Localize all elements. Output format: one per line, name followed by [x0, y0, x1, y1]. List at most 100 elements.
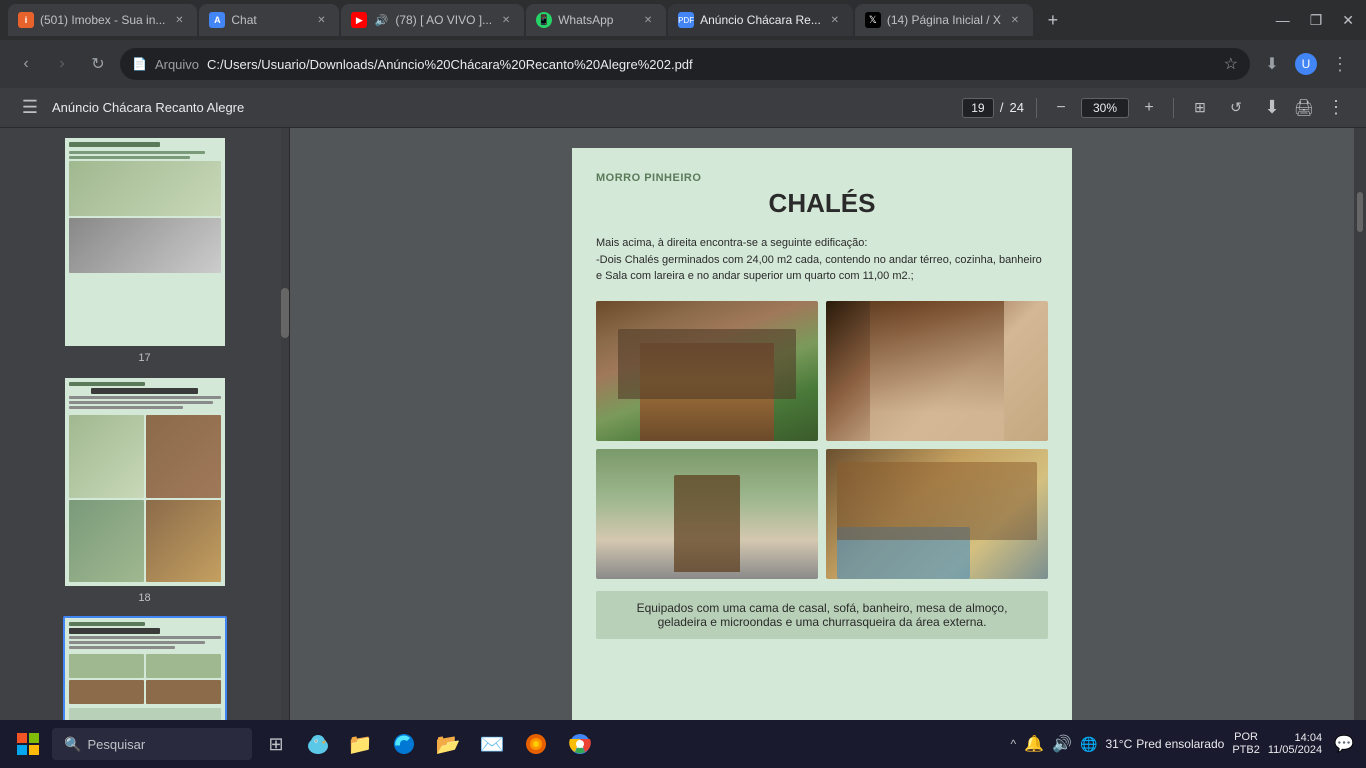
tab-label-imobex: (501) Imobex - Sua in...: [40, 13, 165, 27]
pdf-divider-1: [1036, 98, 1037, 118]
tab-close-pdf[interactable]: ✕: [827, 12, 843, 28]
pdf-page-content: MORRO PINHEIRO CHALÉS Mais acima, à dire…: [572, 148, 1072, 768]
notification-area[interactable]: ^: [1011, 737, 1017, 751]
taskbar-app-firefox[interactable]: [516, 724, 556, 764]
taskbar-app-edge[interactable]: [384, 724, 424, 764]
thumbnail-scroll[interactable]: [281, 128, 289, 768]
browser-window: i (501) Imobex - Sua in... ✕ A Chat ✕ ▶ …: [0, 0, 1366, 768]
pdf-viewer: ☰ Anúncio Chácara Recanto Alegre / 24 − …: [0, 88, 1366, 768]
start-button[interactable]: [8, 724, 48, 764]
pdf-fit-button[interactable]: ⊞: [1186, 94, 1214, 122]
action-center-button[interactable]: 💬: [1330, 734, 1358, 754]
language-indicator[interactable]: POR PTB2: [1232, 731, 1260, 757]
search-icon: 🔍: [64, 736, 81, 753]
tab-label-pdf: Anúncio Chácara Re...: [700, 13, 821, 27]
pdf-zoom-out-button[interactable]: −: [1049, 96, 1073, 120]
pdf-zoom-input[interactable]: [1081, 98, 1129, 118]
tab-close-imobex[interactable]: ✕: [171, 12, 187, 28]
volume-icon[interactable]: 🔊: [1052, 734, 1072, 754]
tab-label-youtube: (78) [ AO VIVO ]...: [395, 13, 492, 27]
close-window-button[interactable]: ✕: [1338, 8, 1358, 33]
pdf-more-button[interactable]: ⋮: [1322, 94, 1350, 122]
pdf-page-controls: / 24: [962, 98, 1024, 118]
file-icon: 📄: [132, 57, 147, 71]
pdf-page-separator: /: [1000, 100, 1004, 115]
language-code: POR: [1234, 731, 1258, 744]
thumbnail-item-18[interactable]: 18: [63, 376, 227, 604]
tab-close-chat[interactable]: ✕: [313, 12, 329, 28]
tab-close-youtube[interactable]: ✕: [498, 12, 514, 28]
tab-favicon-youtube: ▶: [351, 12, 367, 28]
pdf-page-area[interactable]: MORRO PINHEIRO CHALÉS Mais acima, à dire…: [290, 128, 1354, 768]
taskbar: 🔍 Pesquisar ⊞ 📁 📂 ✉️: [0, 720, 1366, 768]
right-scrollbar[interactable]: [1354, 128, 1366, 768]
taskbar-search[interactable]: 🔍 Pesquisar: [52, 728, 252, 760]
taskbar-app-folder[interactable]: 📂: [428, 724, 468, 764]
bookmark-icon[interactable]: ☆: [1224, 54, 1238, 74]
new-tab-button[interactable]: +: [1039, 6, 1067, 34]
tab-youtube[interactable]: ▶ 🔊 (78) [ AO VIVO ]... ✕: [341, 4, 524, 36]
forward-button[interactable]: ›: [48, 50, 76, 78]
browser-download-icon[interactable]: ⬇: [1258, 50, 1286, 78]
refresh-button[interactable]: ↻: [84, 50, 112, 78]
tab-pdf[interactable]: PDF Anúncio Chácara Re... ✕: [668, 4, 853, 36]
address-input[interactable]: 📄 Arquivo C:/Users/Usuario/Downloads/Anú…: [120, 48, 1250, 80]
taskbar-app-chrome[interactable]: [560, 724, 600, 764]
notification-icon[interactable]: 🔔: [1024, 734, 1044, 754]
browser-menu-button[interactable]: ⋮: [1326, 50, 1354, 78]
pdf-current-page[interactable]: [962, 98, 994, 118]
tab-whatsapp[interactable]: 📱 WhatsApp ✕: [526, 4, 666, 36]
taskbar-app-mail[interactable]: ✉️: [472, 724, 512, 764]
pdf-rotate-button[interactable]: ↺: [1222, 94, 1250, 122]
toolbar-right: ⬇ U ⋮: [1258, 50, 1354, 78]
tab-close-twitter[interactable]: ✕: [1007, 12, 1023, 28]
thumbnail-item-17[interactable]: 17: [63, 136, 227, 364]
tab-label-twitter: (14) Página Inicial / X: [887, 13, 1001, 27]
photo-chalet-bedroom: [826, 449, 1048, 579]
caption-text: Equipados com uma cama de casal, sofá, b…: [637, 601, 1008, 629]
tab-imobex[interactable]: i (501) Imobex - Sua in... ✕: [8, 4, 197, 36]
system-tray: ^ 🔔 🔊 🌐 31°C Pred ensolarado POR PTB2 14…: [1011, 731, 1358, 757]
pdf-zoom-in-button[interactable]: +: [1137, 96, 1161, 120]
keyboard-code: PTB2: [1232, 744, 1260, 757]
tab-bar: i (501) Imobex - Sua in... ✕ A Chat ✕ ▶ …: [0, 0, 1366, 40]
minimize-button[interactable]: —: [1272, 8, 1294, 33]
tab-chat[interactable]: A Chat ✕: [199, 4, 339, 36]
pdf-download-button[interactable]: ⬇: [1258, 94, 1286, 122]
weather-temp: 31°C: [1105, 737, 1132, 751]
pdf-print-button[interactable]: 🖨: [1290, 94, 1318, 122]
clock-date: 11/05/2024: [1268, 744, 1322, 756]
tab-label-whatsapp: WhatsApp: [558, 13, 634, 27]
tab-favicon-chat: A: [209, 12, 225, 28]
pdf-divider-2: [1173, 98, 1174, 118]
pdf-toolbar-right: ⬇ 🖨 ⋮: [1258, 94, 1350, 122]
tab-close-whatsapp[interactable]: ✕: [640, 12, 656, 28]
page-title: CHALÉS: [596, 188, 1048, 219]
browser-profile-icon[interactable]: U: [1292, 50, 1320, 78]
address-action-icons: ☆: [1224, 54, 1238, 74]
thumbnail-num-17: 17: [138, 352, 150, 364]
tab-audio-icon[interactable]: 🔊: [373, 12, 389, 28]
pdf-content: 17: [0, 128, 1366, 768]
thumbnail-num-18: 18: [138, 592, 150, 604]
back-button[interactable]: ‹: [12, 50, 40, 78]
address-scheme: Arquivo: [155, 57, 199, 72]
tab-twitter[interactable]: 𝕏 (14) Página Inicial / X ✕: [855, 4, 1033, 36]
search-placeholder: Pesquisar: [87, 737, 145, 752]
page-section-label: MORRO PINHEIRO: [596, 172, 1048, 184]
taskbar-app-files[interactable]: 📁: [340, 724, 380, 764]
clock[interactable]: 14:04 11/05/2024: [1268, 732, 1322, 756]
thumbnail-frame-18: [63, 376, 227, 588]
thumbnail-panel[interactable]: 17: [0, 128, 290, 768]
pdf-total-pages: 24: [1010, 100, 1024, 115]
page-description: Mais acima, à direita encontra-se a segu…: [596, 235, 1048, 285]
weather-widget[interactable]: 31°C Pred ensolarado: [1105, 737, 1224, 751]
bird-app[interactable]: [300, 726, 336, 762]
pdf-menu-button[interactable]: ☰: [16, 94, 44, 122]
pdf-title: Anúncio Chácara Recanto Alegre: [52, 100, 954, 115]
restore-button[interactable]: ❐: [1306, 8, 1327, 33]
photo-chalet-exterior: [596, 301, 818, 441]
weather-desc: Pred ensolarado: [1136, 737, 1224, 751]
task-view-button[interactable]: ⊞: [256, 724, 296, 764]
network-icon[interactable]: 🌐: [1080, 736, 1097, 753]
